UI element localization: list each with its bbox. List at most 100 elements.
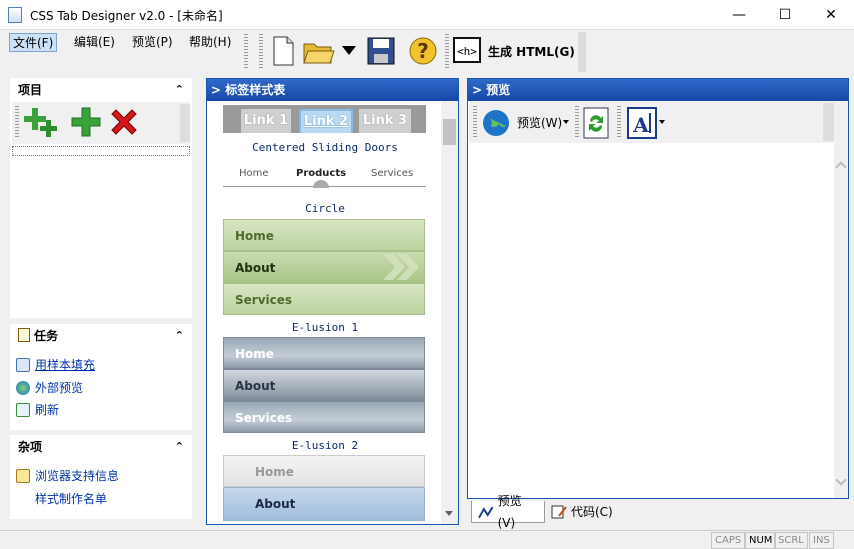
menu-help[interactable]: 帮助(H): [186, 33, 234, 52]
menu-grip[interactable]: [244, 34, 248, 70]
task-fill-sample[interactable]: 用样本填充: [16, 356, 95, 374]
task-external-preview[interactable]: 外部预览: [16, 379, 83, 397]
items-title: 项目: [18, 83, 43, 97]
add-multiple-icon[interactable]: [24, 106, 58, 138]
sample-tab-3[interactable]: Link 3: [359, 109, 411, 133]
generate-html-button[interactable]: 生成 HTML(G): [488, 43, 575, 60]
left-pane: 项目 ⌃ 任务 ⌃ 用样本填充 外部预览 刷新 杂项 ⌃ 浏览器支持信息 样式制…: [0, 74, 200, 530]
delete-icon[interactable]: [108, 106, 140, 138]
sample-tab-2[interactable]: Link 2: [299, 109, 353, 133]
status-caps: CAPS: [711, 532, 746, 549]
status-scrl: SCRL: [774, 532, 808, 549]
toolbar-separator: [445, 34, 449, 68]
toolbar-overflow[interactable]: [578, 32, 586, 72]
new-file-icon[interactable]: [266, 34, 300, 68]
tab-code[interactable]: 代码(C): [545, 501, 619, 523]
items-panel: [10, 102, 192, 318]
sample-caption-sliding-doors: Centered Sliding Doors: [252, 141, 398, 154]
info-icon: [16, 469, 30, 483]
scroll-down-arrow-icon[interactable]: [835, 474, 847, 486]
sample-link-products[interactable]: Products: [296, 168, 346, 179]
refresh-icon: [16, 403, 30, 417]
sample-link-tabs[interactable]: Link 1 Link 2 Link 3: [223, 105, 426, 133]
sample-caption-elusion2: E-lusion 2: [291, 439, 359, 452]
close-button[interactable]: ✕: [808, 0, 854, 30]
code-tab-icon: [551, 505, 567, 519]
preview-pane: > 预览 预览(W) A: [467, 78, 849, 499]
svg-text:<h>: <h>: [457, 45, 477, 58]
status-bar: CAPS NUM SCRL INS: [0, 530, 854, 549]
menu-preview[interactable]: 预览(P): [129, 33, 176, 52]
collapse-misc-icon[interactable]: ⌃: [175, 435, 184, 459]
elusion2-row-about[interactable]: About: [223, 487, 425, 521]
maximize-icon: ☐: [778, 7, 792, 23]
sample-link-home[interactable]: Home: [239, 168, 269, 179]
misc-style-credits[interactable]: 样式制作名单: [35, 490, 107, 508]
tasks-panel: 用样本填充 外部预览 刷新: [10, 348, 192, 430]
font-size-icon[interactable]: A: [627, 107, 657, 139]
status-num: NUM: [745, 532, 777, 549]
minimize-button[interactable]: —: [716, 0, 762, 30]
close-icon: ✕: [825, 7, 837, 23]
html-icon: <h>: [453, 37, 481, 63]
preview-scrollbar[interactable]: [834, 101, 848, 498]
font-size-dropdown-icon[interactable]: [659, 120, 665, 124]
save-icon[interactable]: [364, 34, 398, 68]
elusion2-row-home[interactable]: Home: [223, 455, 425, 487]
tab-styles-header: > 标签样式表: [207, 79, 458, 101]
sample-caption-elusion1: E-lusion 1: [291, 321, 359, 334]
collapse-tasks-icon[interactable]: ⌃: [175, 324, 184, 348]
open-dropdown-icon[interactable]: [342, 46, 356, 56]
elusion1-row-about[interactable]: About: [223, 369, 425, 401]
window-title: CSS Tab Designer v2.0 - [未命名]: [30, 9, 223, 23]
minimize-icon: —: [732, 7, 746, 23]
elusion1-row-services[interactable]: Services: [223, 401, 425, 433]
misc-browser-support[interactable]: 浏览器支持信息: [16, 467, 119, 485]
misc-panel: 浏览器支持信息 样式制作名单: [10, 459, 192, 519]
preview-dropdown-icon[interactable]: [563, 120, 569, 124]
tasks-title: 任务: [34, 329, 59, 343]
circle-row-home[interactable]: Home: [223, 219, 425, 251]
maximize-button[interactable]: ☐: [762, 0, 808, 30]
items-toolbar-overflow[interactable]: [180, 104, 190, 142]
scroll-down-arrow-icon[interactable]: [445, 511, 453, 516]
view-tabs: 预览(V) 代码(C): [467, 494, 849, 530]
preview-toolbar: 预览(W) A: [469, 101, 835, 143]
active-indicator: [313, 180, 329, 188]
sample-link-services[interactable]: Services: [371, 168, 413, 179]
tab-styles-pane: > 标签样式表 Link 1 Link 2 Link 3 Centered Sl…: [206, 78, 459, 525]
circle-row-services[interactable]: Services: [223, 283, 425, 315]
preview-tab-icon: [478, 506, 494, 518]
menu-file[interactable]: 文件(F): [9, 33, 58, 52]
preview-button[interactable]: 预览(W): [517, 114, 562, 131]
sample-sliding-doors[interactable]: Home Products Services: [223, 165, 426, 188]
tab-preview[interactable]: 预览(V): [471, 494, 545, 530]
tasks-section-header[interactable]: 任务 ⌃: [10, 324, 192, 348]
items-toolbar-grip[interactable]: [15, 106, 19, 138]
scroll-thumb[interactable]: [443, 119, 456, 145]
items-toolbar: [12, 102, 190, 144]
items-list[interactable]: [12, 146, 190, 156]
svg-text:?: ?: [417, 39, 429, 63]
chevron-arrows-icon: [383, 254, 419, 280]
add-icon[interactable]: [70, 106, 102, 138]
open-folder-icon[interactable]: [302, 34, 336, 68]
collapse-items-icon[interactable]: ⌃: [175, 78, 184, 102]
sample-caption-circle: Circle: [305, 202, 345, 215]
tab-styles-scrollbar[interactable]: [441, 101, 458, 524]
menu-edit[interactable]: 编辑(E): [71, 33, 118, 52]
items-section-header[interactable]: 项目 ⌃: [10, 78, 192, 102]
help-icon[interactable]: ?: [406, 34, 440, 68]
preview-toolbar-separator-2: [617, 106, 621, 138]
refresh-icon[interactable]: [583, 107, 609, 139]
globe-icon: [483, 110, 509, 136]
toolbar-grip[interactable]: [259, 34, 263, 68]
globe-icon: [16, 381, 30, 395]
misc-section-header[interactable]: 杂项 ⌃: [10, 435, 192, 459]
elusion1-row-home[interactable]: Home: [223, 337, 425, 369]
sample-tab-1[interactable]: Link 1: [241, 109, 291, 133]
svg-text:A: A: [632, 113, 649, 137]
preview-toolbar-grip[interactable]: [473, 106, 477, 138]
task-refresh[interactable]: 刷新: [16, 401, 59, 419]
scroll-up-arrow-icon[interactable]: [835, 161, 847, 173]
